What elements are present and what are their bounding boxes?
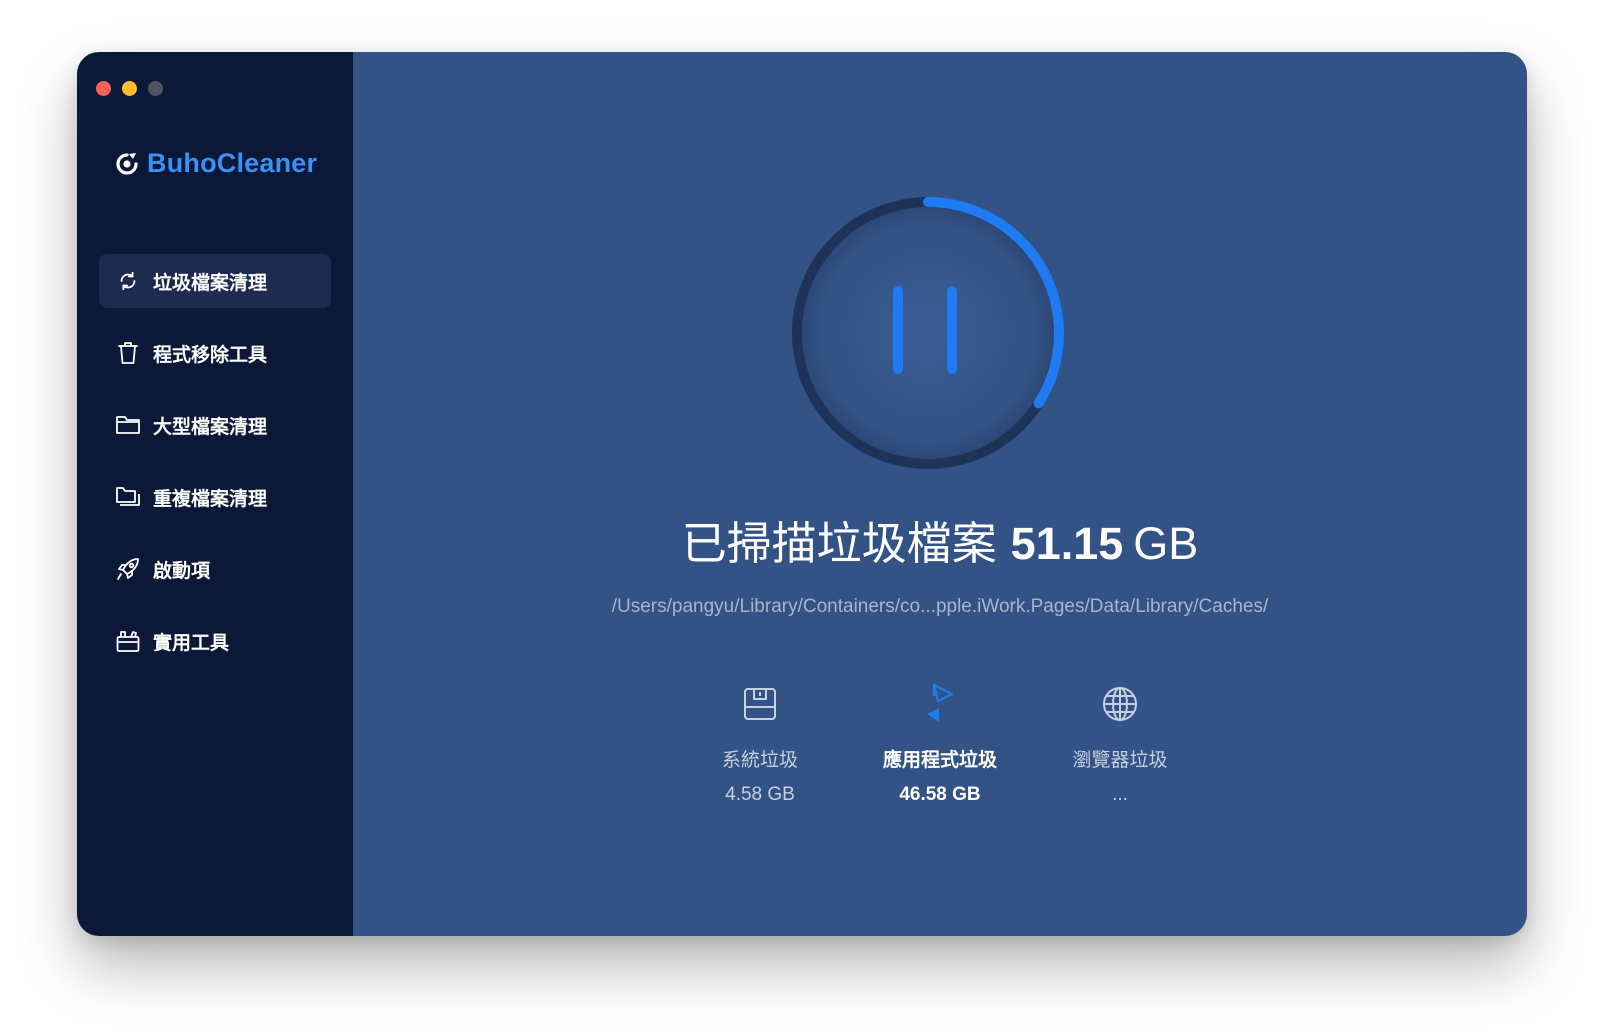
sidebar-item-toolkit[interactable]: 實用工具 (99, 614, 331, 668)
category-value: 46.58 GB (899, 784, 981, 805)
scan-summary: 已掃描垃圾檔案 51.15 GB (353, 507, 1527, 572)
category-value: 4.58 GB (725, 784, 795, 805)
current-scan-path: /Users/pangyu/Library/Containers/co...pp… (611, 596, 1269, 617)
disk-icon (739, 683, 781, 725)
rocket-icon (115, 556, 141, 582)
folder-icon (115, 412, 141, 438)
sidebar-item-label: 大型檔案清理 (153, 415, 268, 438)
junk-categories: 系統垃圾 4.58 GB 應用程式垃圾 46.58 GB 瀏覽器垃圾 ... (353, 683, 1527, 806)
category-browser-junk: 瀏覽器垃圾 ... (1055, 683, 1185, 806)
scan-headline: 已掃描垃圾檔案 (681, 517, 997, 570)
sidebar-item-duplicates[interactable]: 重複檔案清理 (99, 470, 331, 524)
category-label: 瀏覽器垃圾 (1072, 749, 1168, 771)
toolbox-icon (115, 628, 141, 654)
sidebar-item-label: 垃圾檔案清理 (153, 271, 268, 294)
category-label: 應用程式垃圾 (882, 749, 997, 771)
app-name: BuhoCleaner (147, 148, 318, 178)
sidebar-item-label: 程式移除工具 (153, 343, 268, 366)
category-value: ... (1112, 784, 1128, 805)
category-system-junk: 系統垃圾 4.58 GB (695, 683, 825, 806)
refresh-icon (115, 268, 141, 294)
sidebar-item-label: 實用工具 (153, 631, 230, 654)
buho-logo-icon (115, 152, 139, 176)
app-window: BuhoCleaner 垃圾檔案清理 程式移除工具 大型檔案清理 重複檔案清理 … (77, 52, 1527, 936)
trash-icon (115, 340, 141, 366)
globe-icon (1099, 683, 1141, 725)
app-store-icon (919, 683, 961, 725)
scan-progress-ring (787, 192, 1069, 474)
sidebar: BuhoCleaner 垃圾檔案清理 程式移除工具 大型檔案清理 重複檔案清理 … (77, 52, 353, 936)
window-controls (96, 81, 163, 96)
sidebar-nav: 垃圾檔案清理 程式移除工具 大型檔案清理 重複檔案清理 啟動項 實用工具 (99, 254, 331, 686)
category-label: 系統垃圾 (721, 749, 798, 771)
duplicate-folder-icon (115, 484, 141, 510)
sidebar-item-large-files[interactable]: 大型檔案清理 (99, 398, 331, 452)
sidebar-item-label: 重複檔案清理 (153, 487, 268, 510)
zoom-window-button[interactable] (148, 81, 163, 96)
close-window-button[interactable] (96, 81, 111, 96)
sidebar-item-junk-cleaner[interactable]: 垃圾檔案清理 (99, 254, 331, 308)
sidebar-item-uninstaller[interactable]: 程式移除工具 (99, 326, 331, 380)
pause-icon[interactable] (787, 192, 1069, 474)
scan-size-value: 51.15 (1010, 518, 1124, 569)
category-app-junk: 應用程式垃圾 46.58 GB (875, 683, 1005, 806)
brand: BuhoCleaner (115, 148, 317, 179)
sidebar-item-startup[interactable]: 啟動項 (99, 542, 331, 596)
sidebar-item-label: 啟動項 (153, 559, 211, 582)
main-panel: 已掃描垃圾檔案 51.15 GB /Users/pangyu/Library/Con… (353, 52, 1527, 936)
scan-size-unit: GB (1133, 518, 1199, 569)
minimize-window-button[interactable] (122, 81, 137, 96)
